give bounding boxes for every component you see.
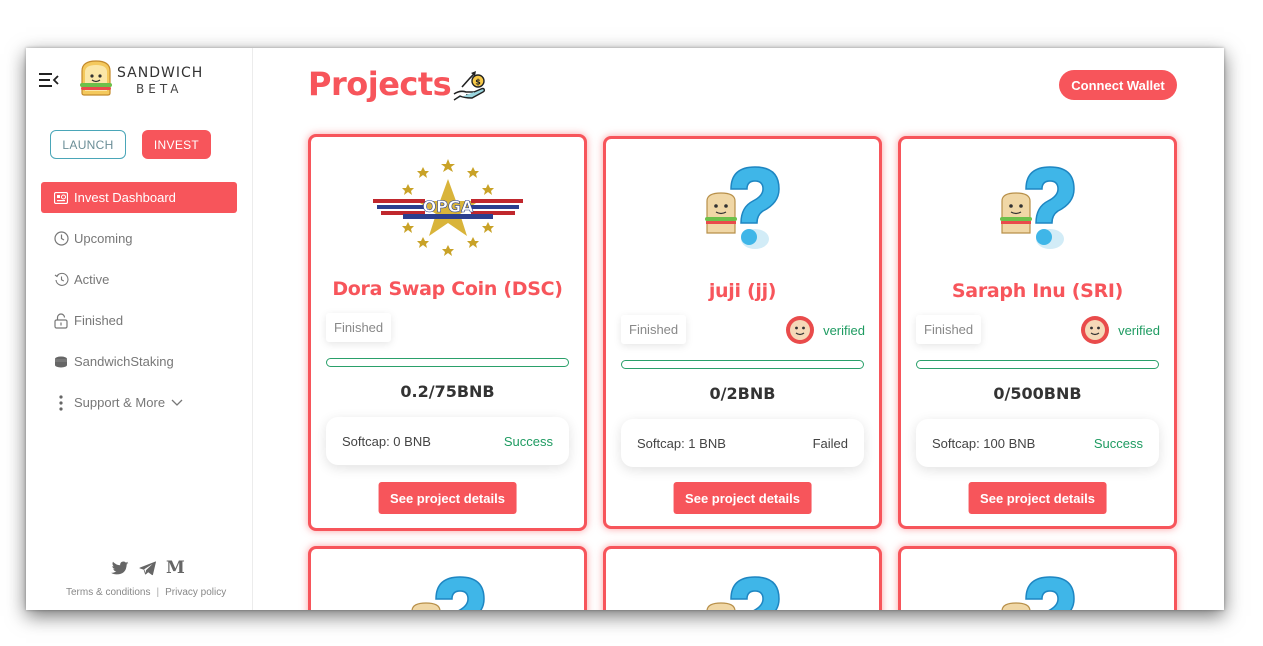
app-window: SANDWICH BETA LAUNCH INVEST Invest Dashb…	[26, 48, 1224, 610]
result-status: Success	[1093, 435, 1143, 451]
privacy-link[interactable]: Privacy policy	[165, 587, 226, 598]
brand-subtitle: BETA	[136, 82, 183, 96]
chevron-down-icon	[171, 399, 183, 407]
sidebar-item-support-more[interactable]: Support & More	[41, 387, 237, 418]
telegram-icon[interactable]	[139, 560, 156, 576]
more-vertical-icon	[53, 394, 69, 411]
verified-badge: verified	[785, 315, 865, 345]
logo-text: OPGA	[422, 197, 473, 216]
money-hand-icon: $	[453, 71, 486, 101]
project-logo	[606, 159, 879, 259]
dashboard-icon	[53, 190, 69, 206]
softcap-box: Softcap: 0 BNB Success	[326, 417, 569, 465]
verified-label: verified	[823, 322, 865, 338]
sidebar-item-label: Active	[74, 272, 110, 287]
raised-amount: 0/500BNB	[993, 384, 1082, 403]
status-badge: Finished	[916, 315, 982, 344]
sidebar-item-label: SandwichStaking	[74, 354, 174, 369]
project-logo	[606, 569, 879, 610]
result-status: Success	[503, 433, 553, 449]
verified-badge: verified	[1080, 315, 1160, 345]
softcap-label: Softcap: 1 BNB	[637, 435, 726, 451]
project-name: juji (jj)	[708, 280, 777, 302]
question-sandwich-icon	[704, 166, 780, 249]
see-project-details-button[interactable]: See project details	[968, 482, 1107, 514]
project-card[interactable]	[308, 546, 587, 610]
progress-bar	[621, 360, 864, 369]
question-sandwich-icon	[706, 576, 780, 610]
sidebar-item-label: Upcoming	[74, 231, 133, 246]
sidebar: SANDWICH BETA LAUNCH INVEST Invest Dashb…	[26, 48, 253, 610]
lock-icon	[53, 312, 69, 329]
raised-amount: 0/2BNB	[709, 384, 776, 403]
main-content: Projects $ Connect Wallet OPGA Dora Swap…	[254, 48, 1224, 610]
see-project-details-button[interactable]: See project details	[673, 482, 812, 514]
opga-logo: OPGA	[372, 159, 523, 256]
project-logo	[311, 569, 584, 610]
progress-bar	[326, 358, 569, 367]
legal-separator: |	[156, 587, 160, 598]
medium-icon[interactable]: M	[166, 558, 185, 578]
legal-links: Terms & conditions | Privacy policy	[66, 587, 226, 598]
sidebar-item-upcoming[interactable]: Upcoming	[41, 223, 237, 254]
result-status: Failed	[812, 435, 848, 451]
sidebar-item-label: Support & More	[74, 395, 166, 410]
sidebar-item-active[interactable]: Active	[41, 264, 237, 295]
project-card[interactable]	[898, 546, 1177, 610]
status-badge: Finished	[326, 313, 392, 342]
softcap-label: Softcap: 100 BNB	[932, 435, 1036, 451]
softcap-box: Softcap: 1 BNB Failed	[621, 419, 864, 467]
status-badge: Finished	[621, 315, 687, 344]
project-card[interactable]	[603, 546, 882, 610]
menu-collapse-icon[interactable]	[39, 73, 59, 87]
invest-mode-button[interactable]: INVEST	[142, 130, 211, 159]
history-icon	[53, 272, 69, 288]
sidebar-item-finished[interactable]: Finished	[41, 305, 237, 336]
project-card[interactable]: juji (jj) Finished verified 0/2BNB Softc…	[603, 136, 882, 529]
project-card[interactable]: Saraph Inu (SRI) Finished verified 0/500…	[898, 136, 1177, 529]
twitter-icon[interactable]	[111, 561, 129, 576]
brand-name: SANDWICH	[117, 65, 204, 81]
auditor-avatar-icon	[786, 316, 815, 344]
question-sandwich-icon	[999, 166, 1075, 249]
sidebar-nav: Invest Dashboard Upcoming Active Finishe…	[41, 182, 237, 428]
see-project-details-button[interactable]: See project details	[378, 482, 517, 514]
terms-link[interactable]: Terms & conditions	[66, 587, 150, 598]
verified-label: verified	[1118, 322, 1160, 338]
softcap-box: Softcap: 100 BNB Success	[916, 419, 1159, 467]
sidebar-item-label: Finished	[74, 313, 124, 328]
coins-icon	[53, 354, 69, 370]
progress-bar	[916, 360, 1159, 369]
social-links: M	[111, 558, 185, 578]
project-logo: OPGA	[311, 157, 584, 257]
softcap-label: Softcap: 0 BNB	[342, 433, 431, 449]
project-logo	[901, 569, 1174, 610]
svg-text:$: $	[475, 78, 481, 87]
connect-wallet-button[interactable]: Connect Wallet	[1059, 70, 1177, 100]
project-card[interactable]: OPGA Dora Swap Coin (DSC) Finished 0.2/7…	[308, 134, 587, 531]
launch-mode-button[interactable]: LAUNCH	[50, 130, 126, 159]
project-name: Saraph Inu (SRI)	[951, 280, 1124, 302]
clock-icon	[53, 231, 69, 247]
sidebar-item-sandwich-staking[interactable]: SandwichStaking	[41, 346, 237, 377]
project-logo	[901, 159, 1174, 259]
question-sandwich-icon	[411, 576, 485, 610]
page-title: Projects	[308, 65, 452, 103]
question-sandwich-icon	[1001, 576, 1075, 610]
sidebar-item-invest-dashboard[interactable]: Invest Dashboard	[41, 182, 237, 213]
sidebar-item-label: Invest Dashboard	[74, 190, 176, 205]
project-name: Dora Swap Coin (DSC)	[332, 278, 563, 300]
auditor-avatar-icon	[1081, 316, 1110, 344]
raised-amount: 0.2/75BNB	[400, 382, 495, 401]
sandwich-logo[interactable]	[78, 59, 114, 97]
